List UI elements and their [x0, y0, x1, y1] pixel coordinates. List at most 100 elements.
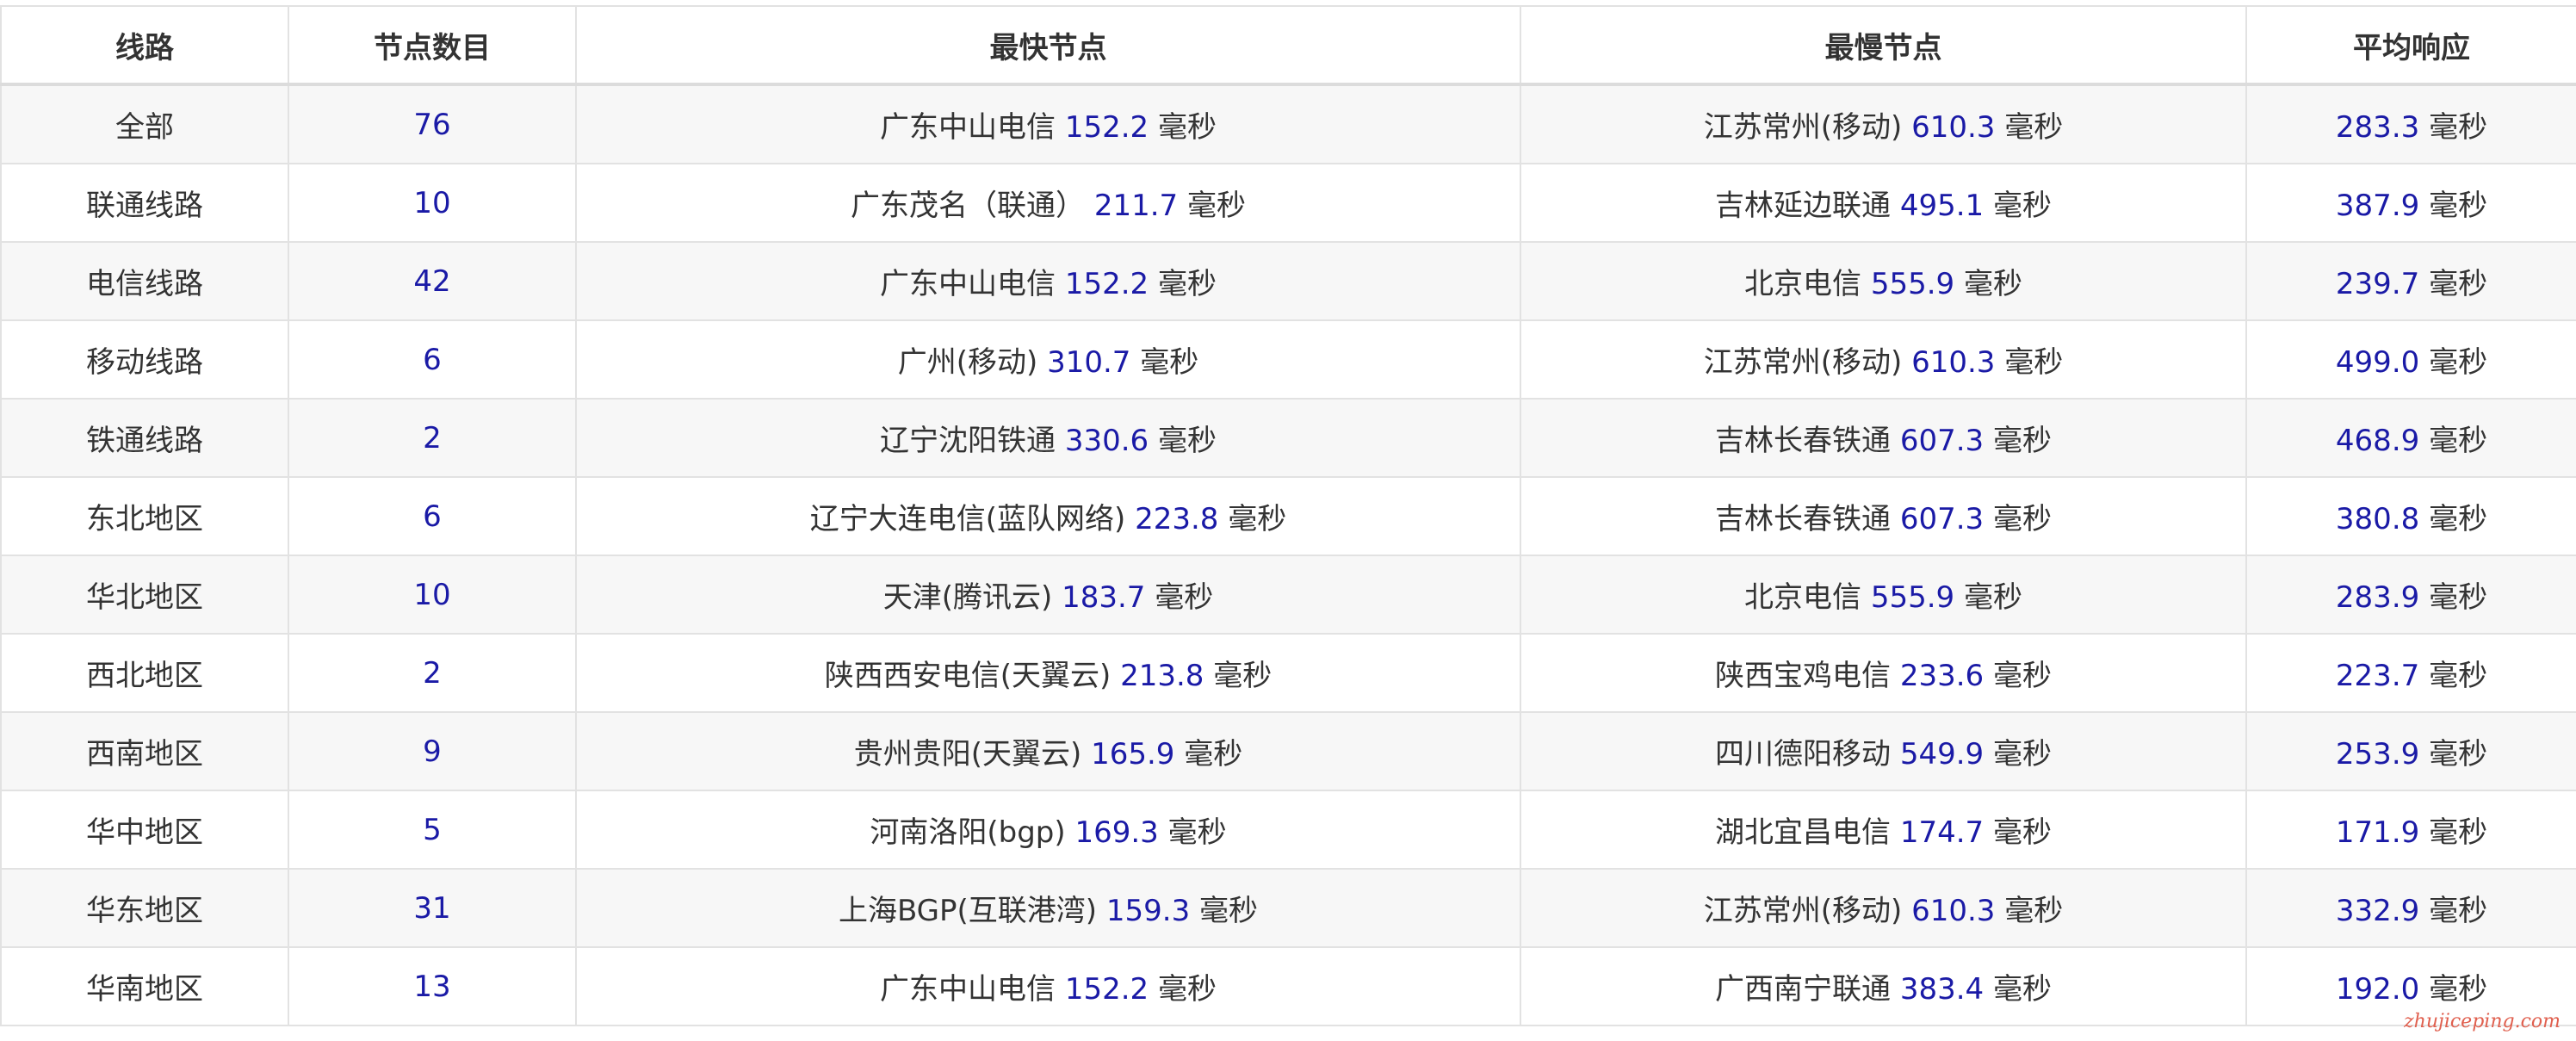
unit-label: 毫秒 — [1140, 345, 1199, 380]
fastest-node-value: 169.3 — [1074, 815, 1159, 850]
fastest-node-value: 152.2 — [1064, 267, 1149, 301]
average-response-value: 283.9 — [2335, 580, 2420, 615]
table-row: 华南地区 13 广东中山电信 152.2 毫秒 广西南宁联通 383.4 毫秒 192.… — [0, 946, 2576, 1026]
node-count: 6 — [423, 499, 442, 534]
cell-node-count: 2 — [288, 633, 577, 713]
fastest-node-name: 上海BGP(互联港湾) — [838, 894, 1098, 928]
slowest-node-name: 陕西宝鸡电信 — [1715, 659, 1892, 693]
cell-slowest-node: 江苏常州(移动) 610.3 毫秒 — [1520, 84, 2247, 164]
cell-node-count: 42 — [288, 241, 577, 321]
cell-slowest-node: 吉林长春铁通 607.3 毫秒 — [1520, 398, 2247, 478]
average-response-value: 253.9 — [2335, 737, 2420, 771]
unit-label: 毫秒 — [1228, 502, 1287, 536]
average-response-value: 239.7 — [2335, 267, 2420, 301]
cell-slowest-node: 江苏常州(移动) 610.3 毫秒 — [1520, 319, 2247, 400]
cell-fastest-node: 广东茂名（联通） 211.7 毫秒 — [575, 163, 1521, 243]
average-response-value: 499.0 — [2335, 345, 2420, 380]
cell-average-response: 380.8 毫秒 — [2245, 476, 2576, 556]
line-label: 华北地区 — [86, 580, 203, 615]
slowest-node-value: 607.3 — [1899, 424, 1985, 458]
line-label: 西南地区 — [86, 737, 203, 771]
fastest-node-name: 广东茂名（联通） — [851, 189, 1086, 223]
average-response-value: 192.0 — [2335, 972, 2420, 1007]
line-label: 华中地区 — [86, 815, 203, 850]
unit-label: 毫秒 — [1992, 659, 2052, 693]
fastest-node-value: 165.9 — [1091, 737, 1175, 771]
slowest-node-value: 233.6 — [1899, 659, 1985, 693]
cell-average-response: 171.9 毫秒 — [2245, 790, 2576, 870]
slowest-node-name: 江苏常州(移动) — [1703, 110, 1903, 145]
unit-label: 毫秒 — [1157, 267, 1217, 301]
line-label: 联通线路 — [86, 189, 203, 223]
fastest-node-name: 广东中山电信 — [880, 267, 1056, 301]
unit-label: 毫秒 — [2429, 110, 2488, 145]
cell-slowest-node: 北京电信 555.9 毫秒 — [1520, 555, 2247, 635]
cell-line: 联通线路 — [0, 163, 289, 243]
cell-fastest-node: 广州(移动) 310.7 毫秒 — [575, 319, 1521, 400]
fastest-node-value: 183.7 — [1062, 580, 1146, 615]
fastest-node-value: 213.8 — [1120, 659, 1204, 693]
fastest-node-name: 广东中山电信 — [880, 972, 1056, 1007]
table-row: 联通线路 10 广东茂名（联通） 211.7 毫秒 吉林延边联通 495.1 毫秒 38… — [0, 163, 2576, 243]
average-response-value: 283.3 — [2335, 110, 2420, 145]
fastest-node-name: 贵州贵阳(天翼云) — [853, 737, 1082, 771]
cell-line: 西北地区 — [0, 633, 289, 713]
cell-fastest-node: 陕西西安电信(天翼云) 213.8 毫秒 — [575, 633, 1521, 713]
slowest-node-name: 吉林延边联通 — [1715, 189, 1892, 223]
cell-line: 电信线路 — [0, 241, 289, 321]
line-label: 西北地区 — [86, 659, 203, 693]
slowest-node-value: 610.3 — [1911, 894, 1996, 928]
table-row: 电信线路 42 广东中山电信 152.2 毫秒 北京电信 555.9 毫秒 239.7 … — [0, 241, 2576, 321]
header-fastest-node: 最快节点 — [575, 5, 1521, 86]
fastest-node-name: 广东中山电信 — [880, 110, 1056, 145]
fastest-node-value: 152.2 — [1064, 972, 1149, 1007]
line-label: 东北地区 — [86, 502, 203, 536]
cell-average-response: 253.9 毫秒 — [2245, 711, 2576, 791]
average-response-value: 380.8 — [2335, 502, 2420, 536]
cell-fastest-node: 辽宁大连电信(蓝队网络) 223.8 毫秒 — [575, 476, 1521, 556]
cell-fastest-node: 广东中山电信 152.2 毫秒 — [575, 84, 1521, 164]
fastest-node-name: 广州(移动) — [897, 345, 1038, 380]
unit-label: 毫秒 — [2429, 345, 2488, 380]
watermark: zhujiceping.com — [2404, 1011, 2561, 1032]
unit-label: 毫秒 — [2004, 110, 2064, 145]
cell-node-count: 5 — [288, 790, 577, 870]
line-label: 电信线路 — [86, 267, 203, 301]
cell-line: 华南地区 — [0, 946, 289, 1026]
table-row: 东北地区 6 辽宁大连电信(蓝队网络) 223.8 毫秒 吉林长春铁通 607.3 毫… — [0, 476, 2576, 556]
table-row: 铁通线路 2 辽宁沈阳铁通 330.6 毫秒 吉林长春铁通 607.3 毫秒 468.9… — [0, 398, 2576, 478]
unit-label: 毫秒 — [2004, 894, 2064, 928]
fastest-node-name: 陕西西安电信(天翼云) — [824, 659, 1112, 693]
unit-label: 毫秒 — [2429, 815, 2488, 850]
fastest-node-value: 211.7 — [1093, 189, 1179, 223]
node-count: 10 — [413, 577, 451, 612]
cell-fastest-node: 河南洛阳(bgp) 169.3 毫秒 — [575, 790, 1521, 870]
unit-label: 毫秒 — [1992, 815, 2052, 850]
fastest-node-value: 330.6 — [1064, 424, 1149, 458]
slowest-node-name: 吉林长春铁通 — [1715, 424, 1892, 458]
unit-label: 毫秒 — [2429, 972, 2488, 1007]
unit-label: 毫秒 — [2429, 424, 2488, 458]
unit-label: 毫秒 — [1992, 737, 2052, 771]
unit-label: 毫秒 — [1992, 502, 2052, 536]
cell-slowest-node: 北京电信 555.9 毫秒 — [1520, 241, 2247, 321]
cell-fastest-node: 贵州贵阳(天翼云) 165.9 毫秒 — [575, 711, 1521, 791]
unit-label: 毫秒 — [1963, 267, 2022, 301]
unit-label: 毫秒 — [1157, 424, 1217, 458]
cell-node-count: 2 — [288, 398, 577, 478]
cell-line: 华中地区 — [0, 790, 289, 870]
cell-average-response: 283.9 毫秒 — [2245, 555, 2576, 635]
unit-label: 毫秒 — [1157, 110, 1217, 145]
cell-average-response: 468.9 毫秒 — [2245, 398, 2576, 478]
unit-label: 毫秒 — [1992, 424, 2052, 458]
header-node-count: 节点数目 — [288, 5, 577, 86]
slowest-node-name: 四川德阳移动 — [1715, 737, 1892, 771]
unit-label: 毫秒 — [1186, 189, 1246, 223]
slowest-node-value: 555.9 — [1870, 267, 1955, 301]
fastest-node-value: 152.2 — [1064, 110, 1149, 145]
cell-slowest-node: 湖北宜昌电信 174.7 毫秒 — [1520, 790, 2247, 870]
unit-label: 毫秒 — [2429, 267, 2488, 301]
slowest-node-value: 607.3 — [1899, 502, 1985, 536]
fastest-node-value: 223.8 — [1135, 502, 1219, 536]
fastest-node-name: 河南洛阳(bgp) — [870, 815, 1066, 850]
